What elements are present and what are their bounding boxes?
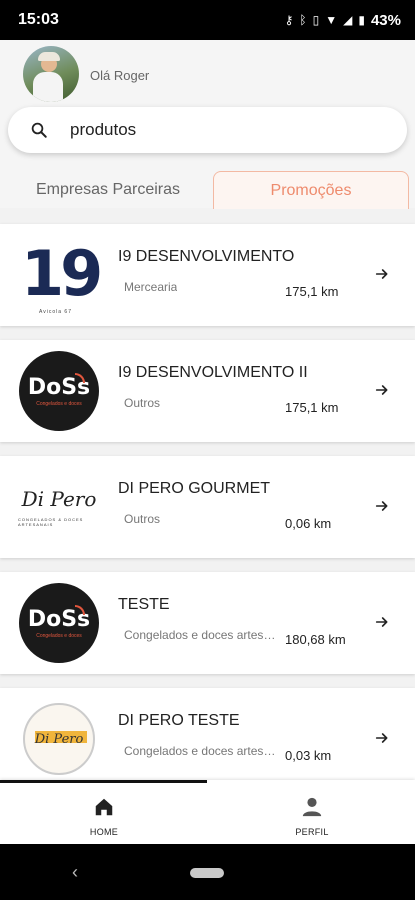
tab-promocoes[interactable]: Promoções (213, 171, 409, 209)
arrow-right-icon[interactable] (374, 614, 390, 630)
key-icon: ⚷ (284, 13, 294, 27)
company-name: TESTE (118, 596, 170, 613)
company-distance: 180,68 km (285, 632, 346, 647)
dipero-circle-logo: Di Pero (18, 698, 100, 780)
system-navigation-bar: ‹ (0, 844, 415, 900)
company-name: DI PERO GOURMET (118, 480, 271, 497)
greeting: Olá Roger (90, 68, 150, 83)
company-name: DI PERO TESTE (118, 712, 240, 729)
search-icon (31, 122, 47, 138)
company-category: Outros (124, 512, 161, 526)
company-distance: 0,03 km (285, 748, 332, 763)
arrow-right-icon[interactable] (374, 498, 390, 514)
back-icon[interactable]: ‹ (72, 862, 78, 883)
logo-subtext: CONGELADOS & DOCES ARTESANAIS (18, 517, 84, 527)
home-icon (95, 798, 113, 816)
doss-logo: DoSs Congelados e doces (18, 350, 100, 432)
battery-icon: ▮ (358, 13, 365, 27)
logo-subtext: Avicola 67 (39, 309, 72, 315)
list-item[interactable]: DoSs Congelados e doces I9 DESENVOLVIMEN… (0, 340, 415, 442)
battery-percent: 43% (370, 11, 401, 29)
wifi-icon: ▼ (325, 13, 338, 27)
bottom-nav: HOME PERFIL (0, 780, 415, 844)
signal-icon: ◢ (343, 13, 353, 27)
vibrate-icon: ▯ (312, 13, 320, 27)
list-item[interactable]: DoSs Congelados e doces TESTE Congelados… (0, 572, 415, 674)
active-tab-indicator (0, 780, 207, 783)
list-item[interactable]: Di Pero DI PERO TESTE Congelados e doces… (0, 688, 415, 780)
dipero-logo: Di Pero CONGELADOS & DOCES ARTESANAIS (15, 466, 106, 548)
search-input[interactable] (70, 120, 370, 140)
logo-text: Di Pero (34, 731, 84, 747)
nav-home[interactable]: HOME (64, 796, 144, 837)
person-icon (302, 797, 322, 817)
company-list: 19 Avicola 67 I9 DESENVOLVIMENTO Mercear… (0, 208, 415, 780)
company-distance: 175,1 km (285, 400, 339, 415)
logo-text: 19 (21, 237, 103, 310)
status-icons: ⚷ ᛒ ▯ ▼ ◢ ▮ 43% (285, 12, 401, 29)
header: Olá Roger Empresas Parceiras Promoções (0, 40, 415, 209)
tab-empresas-parceiras[interactable]: Empresas Parceiras (18, 172, 198, 208)
company-name: I9 DESENVOLVIMENTO (118, 248, 295, 265)
company-name: I9 DESENVOLVIMENTO II (118, 364, 308, 381)
logo-text: Di Pero (21, 487, 97, 511)
nav-profile-label: PERFIL (295, 827, 329, 837)
avatar[interactable] (23, 46, 79, 102)
logo-subtext: Congelados e doces (36, 401, 82, 407)
search-bar[interactable] (8, 107, 407, 153)
company-category: Outros (124, 396, 161, 410)
doss-logo: DoSs Congelados e doces (18, 582, 100, 664)
company-distance: 0,06 km (285, 516, 332, 531)
status-bar: 15:03 ⚷ ᛒ ▯ ▼ ◢ ▮ 43% (0, 0, 415, 40)
home-pill[interactable] (190, 868, 224, 878)
logo-subtext: Congelados e doces (36, 633, 82, 639)
company-category: Congelados e doces artesanais (124, 744, 276, 758)
company-category: Congelados e doces artesanais (124, 628, 276, 642)
nav-profile[interactable]: PERFIL (272, 796, 352, 837)
status-time: 15:03 (18, 11, 59, 28)
company-category: Mercearia (124, 280, 178, 294)
list-item[interactable]: 19 Avicola 67 I9 DESENVOLVIMENTO Mercear… (0, 224, 415, 326)
arrow-right-icon[interactable] (374, 730, 390, 746)
list-item[interactable]: Di Pero CONGELADOS & DOCES ARTESANAIS DI… (0, 456, 415, 558)
company-distance: 175,1 km (285, 284, 339, 299)
arrow-right-icon[interactable] (374, 382, 390, 398)
bluetooth-icon: ᛒ (299, 13, 307, 27)
arrow-right-icon[interactable] (374, 266, 390, 282)
i9-logo: 19 Avicola 67 (18, 234, 103, 316)
nav-home-label: HOME (89, 827, 119, 837)
